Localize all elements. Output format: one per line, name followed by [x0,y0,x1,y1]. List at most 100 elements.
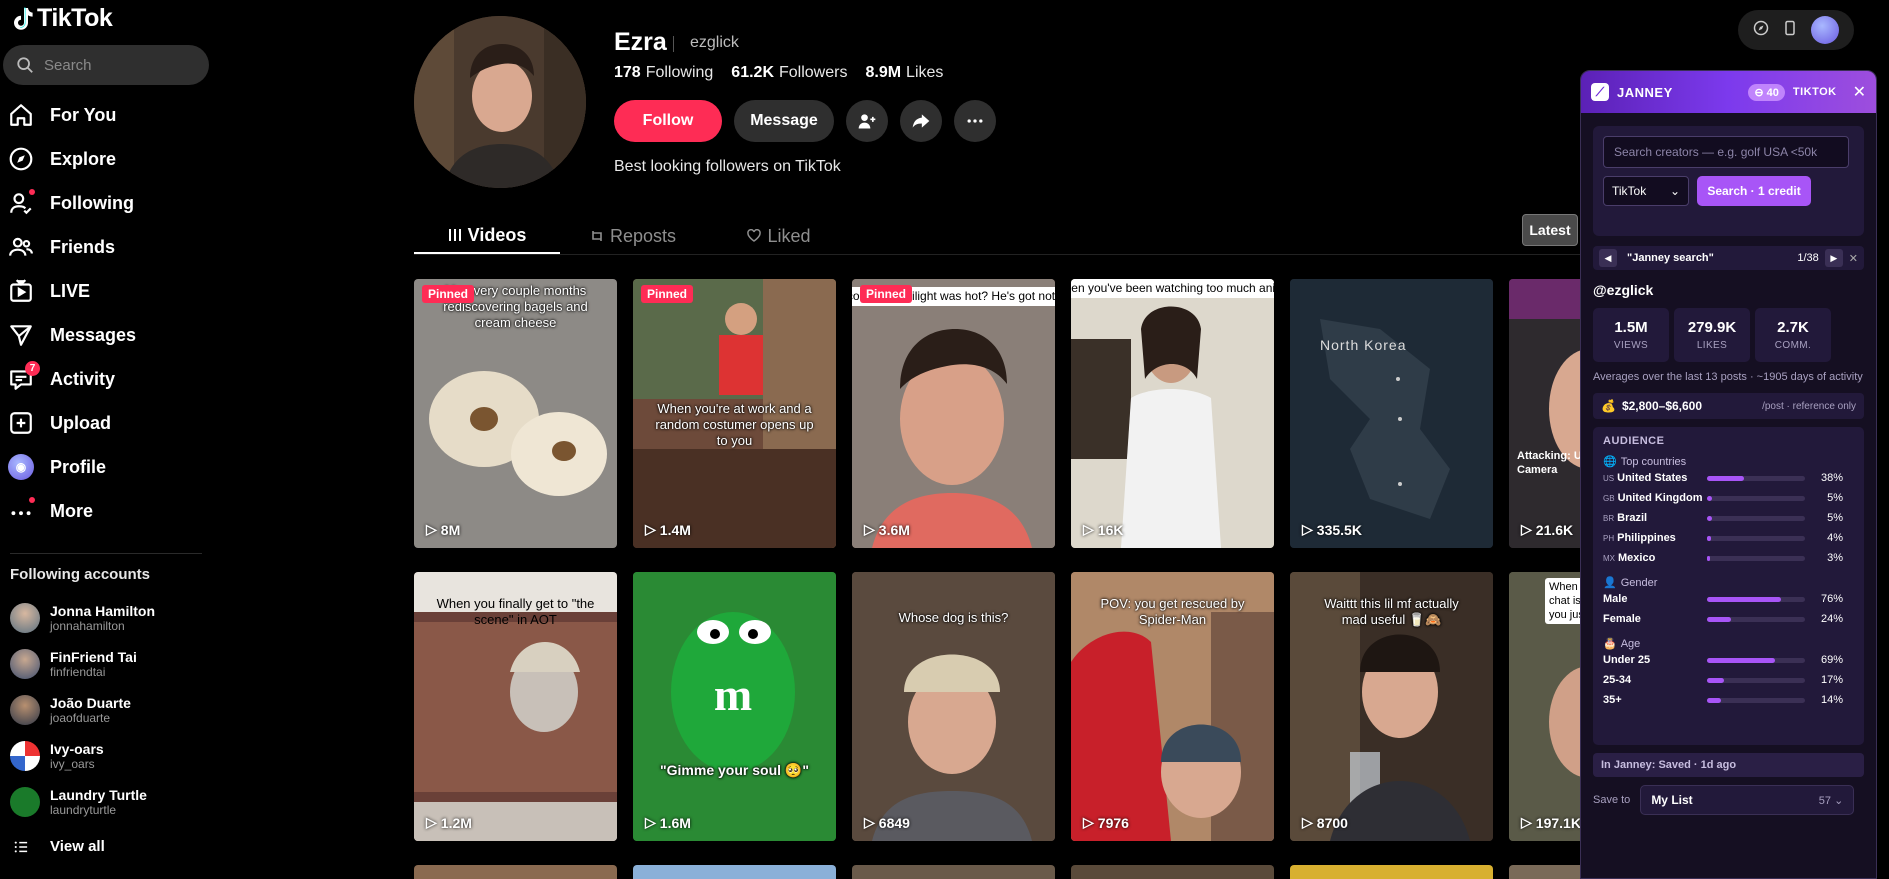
following-account[interactable]: João Duarte joaofduarte [10,692,210,728]
svg-text:m: m [714,669,752,720]
search-input[interactable]: Search [3,45,209,85]
audience-row-label: US United States [1603,472,1707,484]
audience-row-name: Mexico [1618,552,1656,564]
tiktok-logo[interactable]: TikTok [10,4,113,33]
top-right-toolbar [1738,10,1854,50]
gender-list: Male 76% Female 24% [1603,589,1854,629]
video-card[interactable] [852,865,1055,879]
nav-item-live[interactable]: LIVE [6,274,206,308]
video-caption: Whose dog is this? [898,610,1009,625]
audience-row: 25-34 17% [1603,670,1854,690]
audience-row: 35+ 14% [1603,690,1854,710]
video-card[interactable]: North Korea ▷ 335.5K [1290,279,1493,548]
video-card[interactable]: Whose dog is this? ▷ 6849 [852,572,1055,841]
video-card[interactable] [1290,865,1493,879]
avatar [10,603,40,633]
video-card[interactable]: When you finally get to "the scene" in A… [414,572,617,841]
video-card[interactable]: When you're at work and a random costume… [633,279,836,548]
message-button[interactable]: Message [734,100,834,142]
view-count-value: 335.5K [1316,521,1362,538]
video-card[interactable]: When you've been watching too much anime… [1071,279,1274,548]
user-avatar[interactable] [1811,16,1840,44]
video-card[interactable] [414,865,617,879]
saved-status: In Janney: Saved · 1d ago [1593,753,1864,777]
account-handle: joaofduarte [50,711,111,725]
more-options-button[interactable] [954,100,996,142]
globe-icon: 🌐 [1603,456,1617,468]
credits-value: 40 [1766,86,1779,99]
nav-item-following[interactable]: Following [6,186,206,220]
age-list: Under 25 69% 25-34 17% 35+ 14% [1603,650,1854,710]
video-card[interactable]: thought Jacob from Twilight was hot? He'… [852,279,1055,548]
tab-liked[interactable]: Liked [706,218,852,254]
nav-item-more[interactable]: More [6,494,206,528]
view-count: ▷ 1.2M [426,814,472,831]
audience-bar [1707,616,1805,622]
video-caption: When you've been watching too much anime [1071,279,1274,298]
price-note: /post · reference only [1762,400,1856,412]
close-icon[interactable]: ✕ [1853,82,1866,102]
video-card[interactable]: POV: you get rescued by Spider-Man ▷ 7976 [1071,572,1274,841]
nav-item-for-you[interactable]: For You [6,98,206,132]
audience-bar-fill [1707,475,1745,481]
following-account[interactable]: FinFriend Tai finfriendtai [10,646,210,682]
video-card[interactable] [633,865,836,879]
share-button[interactable] [900,100,942,142]
view-count: ▷ 3.6M [864,521,910,538]
compass-icon[interactable] [1753,20,1769,41]
sort-latest-button[interactable]: Latest [1522,214,1578,246]
close-search-icon[interactable]: ✕ [1849,252,1858,265]
list-select[interactable]: My List 57 ⌄ [1640,785,1855,815]
follow-button[interactable]: Follow [614,100,722,142]
following-account[interactable]: Laundry Turtle laundryturtle [10,784,210,820]
tab-reposts[interactable]: Reposts [560,218,706,254]
nav-item-profile[interactable]: ◉ Profile [6,450,206,484]
search-name: "Janney search" [1627,252,1714,264]
audience-bar-fill [1707,495,1712,501]
nav-item-messages[interactable]: Messages [6,318,206,352]
video-card[interactable]: m "Gimme your soul 🥺" ▷ 1.6M [633,572,836,841]
followers-stat[interactable]: 61.2K Followers [731,64,847,82]
save-to-label: Save to [1593,794,1631,806]
ellipsis-icon [967,119,983,123]
credits-badge: ⊖ 40 [1748,83,1785,101]
tab-videos[interactable]: Videos [414,218,560,254]
audience-row-label: 25-34 [1603,674,1707,686]
audience-row-percent: 38% [1820,472,1843,484]
creator-search-input[interactable]: Search creators — e.g. golf USA <50k [1603,136,1849,168]
view-all-link[interactable]: View all [14,838,105,855]
search-result-nav: ◀ "Janney search" 1/38 ▶ ✕ [1593,246,1864,270]
platform-select[interactable]: TikTok ⌄ [1603,176,1689,206]
search-button[interactable]: Search · 1 credit [1697,176,1811,206]
video-card[interactable]: Me every couple months rediscovering bag… [414,279,617,548]
nav-item-explore[interactable]: Explore [6,142,206,176]
audience-row-percent: 5% [1827,492,1843,504]
following-stat[interactable]: 178 Following [614,64,713,82]
price-estimate: 💰 $2,800–$6,600 /post · reference only [1593,393,1864,419]
add-friend-button[interactable] [846,100,888,142]
avatar [10,649,40,679]
metric-value: 2.7K [1777,319,1809,336]
following-account[interactable]: Jonna Hamilton jonnahamilton [10,600,210,636]
metric-card-likes: 279.9K LIKES [1674,308,1750,362]
audience-row-name: 25-34 [1603,674,1632,686]
video-card[interactable] [1071,865,1274,879]
video-card[interactable]: Waittt this lil mf actually mad useful 🥛… [1290,572,1493,841]
nav-item-friends[interactable]: Friends [6,230,206,264]
prev-result-icon[interactable]: ◀ [1599,249,1617,267]
followers-count: 61.2K [731,64,774,81]
audience-row-label: Female [1603,613,1707,625]
country-code: BR [1603,514,1615,523]
list-count-wrap: 57 ⌄ [1818,794,1844,807]
nav-item-upload[interactable]: Upload [6,406,206,440]
nav-item-activity[interactable]: 7 Activity [6,361,206,396]
country-code: US [1603,474,1615,483]
audience-row-name: Female [1603,613,1641,625]
following-account[interactable]: Ivy-oars ivy_oars [10,738,210,774]
name-separator [673,36,674,52]
audience-row-label: MX Mexico [1603,552,1707,564]
audience-row-name: United Kingdom [1617,492,1703,504]
audience-row-percent: 24% [1820,613,1843,625]
phone-icon[interactable] [1782,20,1798,41]
next-result-icon[interactable]: ▶ [1824,249,1843,267]
